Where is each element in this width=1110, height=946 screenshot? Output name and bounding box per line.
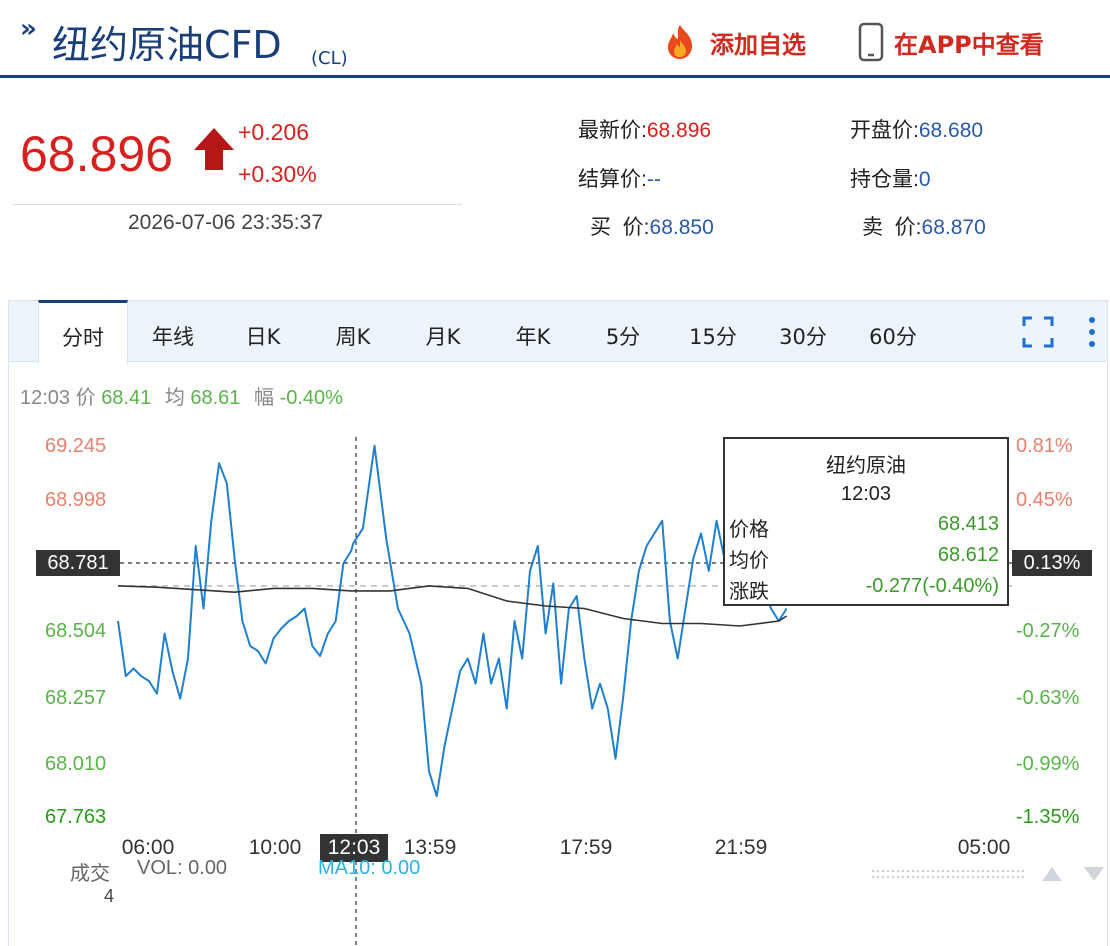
x-tick: 10:00 (248, 836, 302, 859)
tooltip-key: 均价 (729, 550, 769, 572)
y-tick-right: -1.35% (1016, 806, 1080, 828)
tooltip-value: -0.277(-0.40%) (865, 575, 999, 597)
ma10-value: MA10: 0.00 (318, 857, 421, 879)
y-tick-left: 68.504 (45, 620, 107, 642)
chart-tooltip: 纽约原油 12:03 价格 68.413 均价 68.612 涨跌 -0.277… (723, 437, 1009, 606)
tooltip-key: 价格 (729, 519, 769, 541)
tooltip-row-avg: 均价 68.612 (729, 544, 999, 574)
x-tick: 17:59 (559, 836, 613, 859)
tooltip-title: 纽约原油 (826, 455, 906, 477)
volume-count: 4 (104, 886, 115, 906)
y-tick-right: 0.81% (1016, 435, 1073, 457)
y-tick-right: 0.45% (1016, 489, 1073, 511)
tooltip-value: 68.413 (937, 513, 999, 535)
scroll-down-icon[interactable] (1082, 864, 1106, 884)
x-tick: 05:00 (957, 836, 1011, 859)
tooltip-value: 68.612 (937, 544, 999, 566)
y-tick-right: -0.27% (1016, 620, 1080, 642)
y-tick-right: -0.63% (1016, 687, 1080, 709)
x-tick: 21:59 (714, 836, 768, 859)
crosshair-y-label: 68.781 (36, 550, 120, 576)
tooltip-time: 12:03 (840, 483, 892, 505)
y-tick-left: 69.245 (45, 435, 107, 457)
volume-label: 成交 (70, 861, 110, 885)
y-tick-left: 68.257 (45, 687, 107, 709)
y-tick-left: 68.010 (45, 753, 107, 775)
y-tick-left: 67.763 (45, 806, 107, 828)
crosshair-y-percent-label: 0.13% (1012, 550, 1092, 576)
y-tick-left: 68.998 (45, 489, 107, 511)
scroll-up-icon[interactable] (1040, 864, 1064, 884)
tooltip-row-change: 涨跌 -0.277(-0.40%) (729, 575, 999, 605)
price-line-series (117, 444, 788, 798)
tooltip-row-price: 价格 68.413 (729, 513, 999, 543)
volume-value: VOL: 0.00 (137, 857, 228, 879)
y-tick-right: -0.99% (1016, 753, 1080, 775)
tooltip-key: 涨跌 (729, 581, 769, 603)
